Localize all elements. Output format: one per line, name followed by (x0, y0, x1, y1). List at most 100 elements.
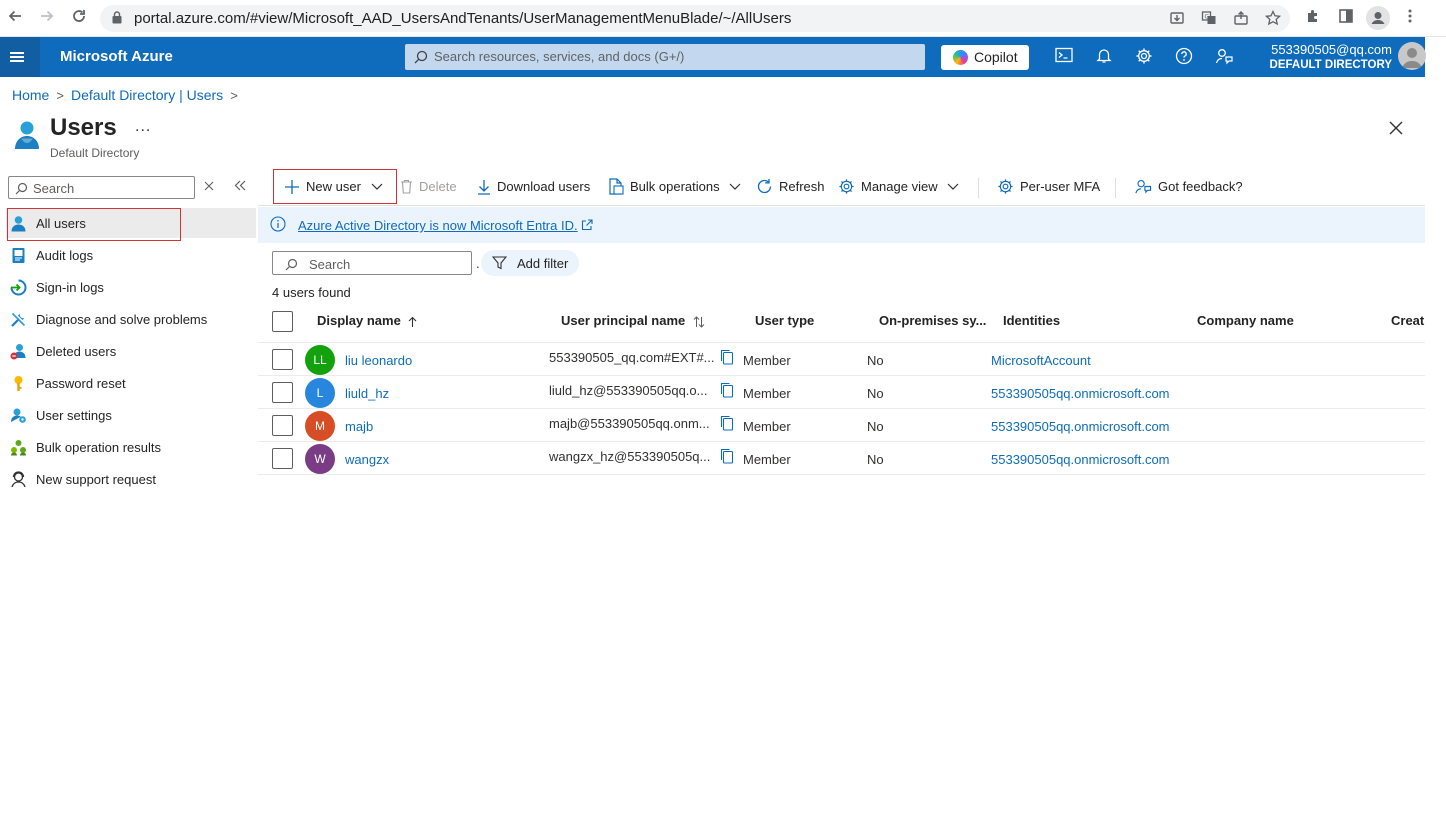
wrench-icon (11, 312, 26, 327)
share-icon[interactable] (1232, 10, 1250, 28)
sidebar-item-deleted-users[interactable]: Deleted users (6, 336, 256, 366)
browser-toolbar: portal.azure.com/#view/Microsoft_AAD_Use… (0, 0, 1446, 37)
sidebar-item-label: New support request (36, 472, 156, 487)
extensions-icon[interactable] (1303, 8, 1323, 28)
cloud-shell-icon[interactable] (1054, 47, 1074, 67)
clear-icon[interactable] (204, 179, 214, 194)
manage-view-button[interactable]: Manage view (838, 178, 965, 200)
download-users-button[interactable]: Download users (477, 178, 590, 200)
sidebar-item-password-reset[interactable]: Password reset (6, 368, 256, 398)
identity-link[interactable]: MicrosoftAccount (991, 353, 1091, 368)
row-checkbox[interactable] (272, 448, 293, 469)
external-link-icon[interactable] (581, 219, 593, 231)
feedback-icon[interactable] (1214, 47, 1234, 67)
more-options-button[interactable]: ... (135, 118, 151, 136)
filter-separator: . (476, 256, 480, 271)
column-header-company-name[interactable]: Company name (1197, 313, 1294, 328)
sidebar-item-label: Password reset (36, 376, 126, 391)
add-filter-button[interactable]: Add filter (481, 250, 579, 276)
copy-icon[interactable] (720, 349, 734, 365)
feedback-icon (1135, 180, 1152, 194)
delete-button[interactable]: Delete (400, 178, 457, 200)
user-principal-name: majb@553390505qq.onm... (549, 416, 710, 431)
identity-link[interactable]: 553390505qq.onmicrosoft.com (991, 419, 1170, 434)
user-search-input[interactable]: Search (272, 251, 472, 275)
column-header-display-name[interactable]: Display name (317, 313, 417, 328)
notifications-bell-icon[interactable] (1094, 47, 1114, 67)
plus-icon (285, 179, 299, 194)
copilot-button[interactable]: Copilot (941, 45, 1029, 70)
column-header-user-type[interactable]: User type (755, 313, 814, 328)
portal-menu-icon[interactable] (0, 37, 40, 77)
sidebar-item-user-settings[interactable]: User settings (6, 400, 256, 430)
bulk-operations-button[interactable]: Bulk operations (608, 178, 747, 200)
deleted-user-icon (10, 344, 26, 360)
close-blade-icon[interactable] (1386, 118, 1406, 138)
row-checkbox[interactable] (272, 349, 293, 370)
trash-icon (401, 180, 412, 194)
account-avatar[interactable] (1398, 42, 1426, 70)
sidebar-item-sign-in-logs[interactable]: Sign-in logs (6, 272, 256, 302)
collapse-menu-icon[interactable] (234, 178, 246, 194)
table-divider (258, 474, 1425, 475)
got-feedback-button[interactable]: Got feedback? (1134, 178, 1243, 200)
reload-icon[interactable] (69, 8, 89, 28)
sidebar-item-new-support-request[interactable]: New support request (6, 464, 256, 494)
sidebar-item-bulk-operation-results[interactable]: Bulk operation results (6, 432, 256, 462)
column-header-creation[interactable]: Creati (1391, 313, 1425, 328)
toolbar-divider (978, 178, 979, 198)
user-settings-icon (11, 408, 26, 423)
refresh-button[interactable]: Refresh (756, 178, 825, 200)
bookmark-star-icon[interactable] (1264, 9, 1282, 28)
entra-id-link[interactable]: Azure Active Directory is now Microsoft … (298, 218, 578, 233)
sidebar-item-diagnose[interactable]: Diagnose and solve problems (6, 304, 256, 334)
copy-icon[interactable] (720, 448, 734, 464)
address-bar[interactable]: portal.azure.com/#view/Microsoft_AAD_Use… (100, 5, 1290, 32)
bulk-operations-label: Bulk operations (630, 179, 720, 195)
select-all-checkbox[interactable] (272, 311, 293, 332)
side-panel-icon[interactable] (1336, 8, 1356, 28)
identity-link[interactable]: 553390505qq.onmicrosoft.com (991, 386, 1170, 401)
breadcrumb-directory-users[interactable]: Default Directory | Users (71, 87, 223, 103)
brand-title[interactable]: Microsoft Azure (60, 48, 173, 65)
breadcrumb-home[interactable]: Home (12, 87, 49, 103)
account-directory: DEFAULT DIRECTORY (1269, 59, 1392, 71)
profile-icon[interactable] (1366, 6, 1390, 30)
copy-icon[interactable] (720, 382, 734, 398)
identity-link[interactable]: 553390505qq.onmicrosoft.com (991, 452, 1170, 467)
user-display-name-link[interactable]: liu leonardo (345, 353, 412, 368)
manage-view-label: Manage view (861, 179, 938, 195)
copy-icon[interactable] (720, 415, 734, 431)
nav-search-input[interactable]: Search (8, 176, 195, 199)
browser-menu-icon[interactable] (1400, 8, 1420, 28)
new-user-button[interactable]: New user (284, 178, 389, 200)
translate-icon[interactable]: G (1200, 10, 1218, 28)
column-header-on-premises-sync[interactable]: On-premises sy... (879, 313, 986, 328)
row-checkbox[interactable] (272, 382, 293, 403)
azure-top-bar: Microsoft Azure Search resources, servic… (0, 37, 1426, 77)
settings-gear-icon[interactable] (1134, 47, 1154, 67)
help-icon[interactable] (1174, 47, 1194, 67)
row-checkbox[interactable] (272, 415, 293, 436)
install-app-icon[interactable] (1168, 10, 1186, 28)
refresh-label: Refresh (779, 179, 825, 195)
back-arrow-icon[interactable] (5, 8, 25, 28)
column-header-identities[interactable]: Identities (1003, 313, 1060, 328)
chevron-down-icon (947, 183, 959, 190)
sidebar-item-audit-logs[interactable]: Audit logs (6, 240, 256, 270)
user-display-name-link[interactable]: liuld_hz (345, 386, 389, 401)
global-search-input[interactable]: Search resources, services, and docs (G+… (405, 44, 925, 70)
account-info[interactable]: 553390505@qq.com DEFAULT DIRECTORY (1270, 42, 1392, 71)
per-user-mfa-label: Per-user MFA (1020, 179, 1101, 195)
user-avatar: W (305, 444, 335, 474)
user-display-name-link[interactable]: majb (345, 419, 373, 434)
column-header-upn[interactable]: User principal name (561, 313, 705, 328)
user-display-name-link[interactable]: wangzx (345, 452, 389, 467)
copilot-label: Copilot (974, 49, 1018, 65)
table-divider (258, 408, 1425, 409)
forward-arrow-icon[interactable] (37, 8, 57, 28)
account-email: 553390505@qq.com (1271, 42, 1392, 57)
chevron-right-icon: > (56, 88, 64, 103)
per-user-mfa-button[interactable]: Per-user MFA (997, 178, 1100, 200)
sidebar-item-all-users[interactable]: All users (6, 208, 256, 241)
